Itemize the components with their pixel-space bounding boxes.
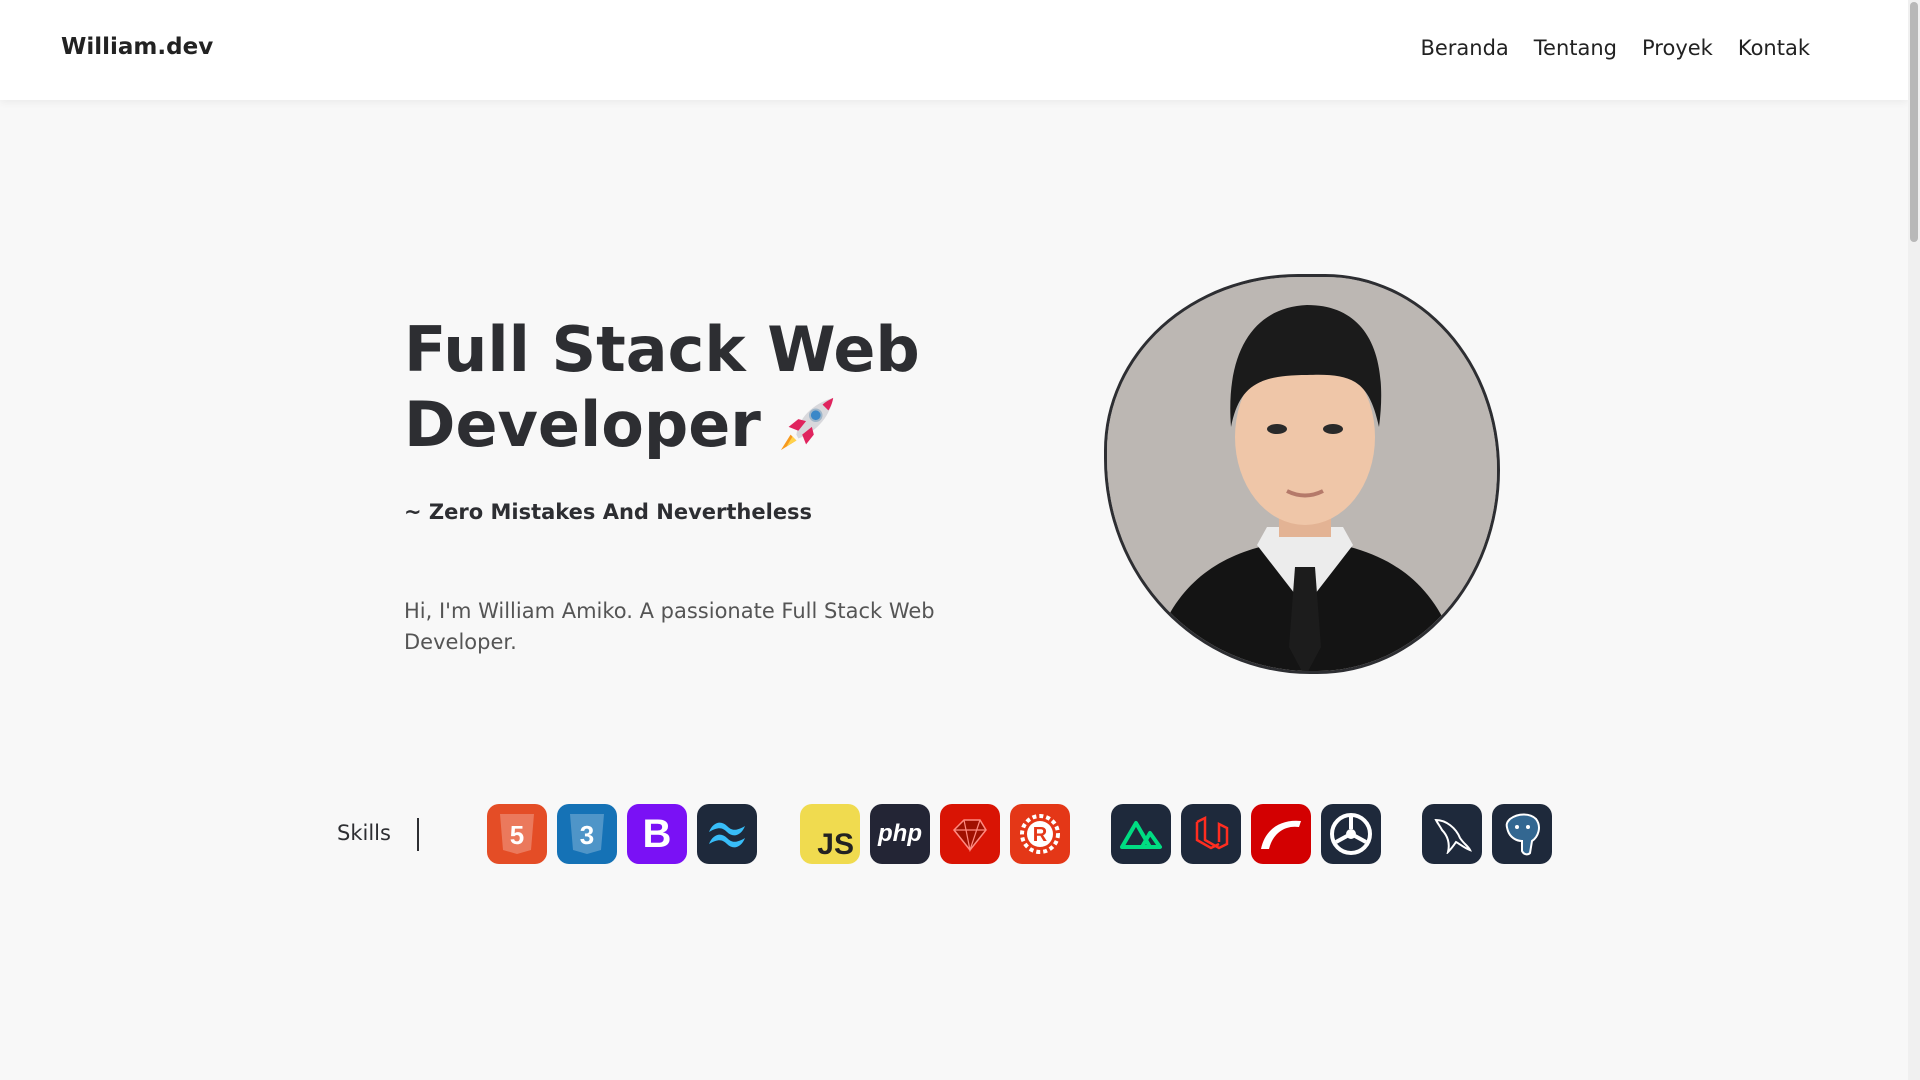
postgresql-icon[interactable] — [1492, 804, 1552, 864]
skill-group-languages: JS php R — [800, 804, 1070, 864]
skill-group-frontend: 5 3 B — [487, 804, 757, 864]
rails-icon[interactable] — [1251, 804, 1311, 864]
ruby-icon[interactable] — [940, 804, 1000, 864]
laravel-icon[interactable] — [1181, 804, 1241, 864]
javascript-label: JS — [817, 828, 854, 861]
hero-title: Full Stack Web Developer — [404, 312, 964, 470]
skill-group-frameworks — [1111, 804, 1381, 864]
bootstrap-label: B — [642, 811, 672, 856]
css3-label: 3 — [580, 820, 594, 850]
tailwind-icon[interactable] — [697, 804, 757, 864]
html5-icon[interactable]: 5 — [487, 804, 547, 864]
page-scrollbar[interactable] — [1908, 0, 1920, 1080]
php-label: php — [878, 820, 922, 847]
hero-intro: Hi, I'm William Amiko. A passionate Full… — [404, 599, 935, 654]
nuxt-icon[interactable] — [1111, 804, 1171, 864]
nav-link-beranda[interactable]: Beranda — [1420, 36, 1508, 60]
site-logo[interactable]: William.dev — [61, 34, 213, 60]
navbar: William.dev Beranda Tentang Proyek Konta… — [0, 0, 1908, 100]
nav-link-tentang[interactable]: Tentang — [1534, 36, 1617, 60]
rust-icon[interactable]: R — [1010, 804, 1070, 864]
css3-icon[interactable]: 3 — [557, 804, 617, 864]
hero-tagline: ~ Zero Mistakes And Nevertheless — [404, 500, 813, 524]
nav-links: Beranda Tentang Proyek Kontak — [1420, 36, 1810, 60]
php-icon[interactable]: php — [870, 804, 930, 864]
nav-link-proyek[interactable]: Proyek — [1642, 36, 1713, 60]
skills-divider — [417, 818, 419, 851]
mysql-icon[interactable] — [1422, 804, 1482, 864]
skills-label: Skills — [337, 821, 391, 845]
profile-photo — [1104, 274, 1500, 674]
hero-title-line2: Developer — [404, 388, 761, 461]
nav-link-kontak[interactable]: Kontak — [1738, 36, 1810, 60]
html5-label: 5 — [510, 820, 524, 850]
bootstrap-icon[interactable]: B — [627, 804, 687, 864]
rust-label: R — [1033, 824, 1048, 846]
actix-icon[interactable] — [1321, 804, 1381, 864]
hero-title-line1: Full Stack Web — [404, 313, 920, 386]
skill-group-databases — [1422, 804, 1552, 864]
scrollbar-thumb[interactable] — [1910, 2, 1918, 242]
rocket-icon — [777, 392, 839, 470]
javascript-icon[interactable]: JS — [800, 804, 860, 864]
